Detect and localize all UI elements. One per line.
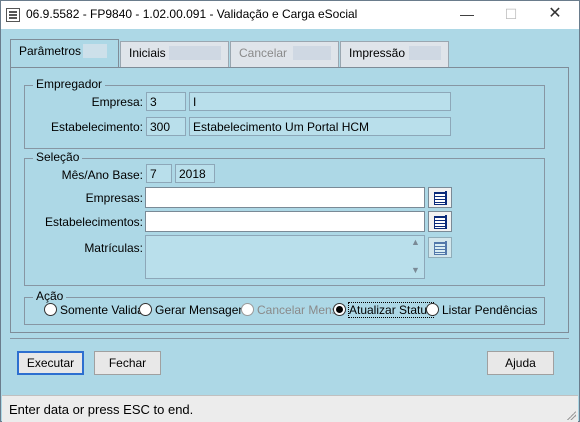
minimize-button[interactable]: — (445, 3, 489, 27)
empregador-group: Empregador Empresa: 3 I Estabelecimento:… (24, 77, 545, 149)
empresa-name-field: I (189, 92, 451, 111)
tab-label: Impressão (349, 46, 406, 60)
empresas-lookup-icon[interactable] (428, 187, 452, 208)
tab-label: Parâmetros (19, 44, 82, 58)
radio-circle (241, 303, 254, 316)
mes-ano-base-label: Mês/Ano Base: (61, 168, 143, 182)
tab-label: Cancelar (239, 46, 288, 60)
tab-impressao[interactable]: Impressão (340, 41, 449, 67)
ajuda-button[interactable]: Ajuda (487, 351, 554, 375)
estabelecimento-code-field: 300 (146, 117, 186, 136)
radio-circle (333, 303, 346, 316)
status-bar: Enter data or press ESC to end. (2, 395, 578, 422)
estabelecimentos-input[interactable] (145, 211, 425, 232)
fechar-button[interactable]: Fechar (94, 351, 161, 375)
executar-button[interactable]: Executar (17, 351, 84, 375)
radio-cancelar-mens[interactable]: Cancelar Mens. (241, 303, 341, 319)
close-button[interactable]: ✕ (533, 3, 577, 27)
tab-iniciais[interactable]: Iniciais (120, 41, 229, 67)
acao-title: Ação (33, 289, 67, 303)
matriculas-textarea[interactable] (145, 235, 425, 279)
tab-label: Iniciais (129, 46, 166, 60)
mes-field: 7 (146, 164, 172, 183)
radio-circle (426, 303, 439, 316)
selecao-title: Seleção (33, 150, 83, 164)
empresas-input[interactable] (145, 187, 425, 208)
app-icon (6, 8, 20, 22)
tab-cancelar[interactable]: Cancelar (230, 41, 339, 67)
empresas-label: Empresas: (85, 191, 143, 205)
radio-circle (139, 303, 152, 316)
radio-listar-pendencias[interactable]: Listar Pendências (426, 303, 537, 319)
dialog-client-area: Parâmetros Iniciais Cancelar Impressão E… (2, 29, 578, 394)
radio-gerar-mensagens[interactable]: Gerar Mensagens (139, 303, 251, 319)
radio-somente-validar[interactable]: Somente Validar (44, 303, 148, 319)
application-window: 06.9.5582 - FP9840 - 1.02.00.091 - Valid… (0, 0, 580, 422)
estabelecimentos-lookup-icon[interactable] (428, 211, 452, 232)
empresa-label: Empresa: (91, 95, 143, 109)
maximize-button[interactable]: ☐ (489, 3, 533, 27)
empregador-title: Empregador (33, 77, 106, 91)
estabelecimento-name-field: Estabelecimento Um Portal HCM (189, 117, 451, 136)
scroll-down-icon[interactable]: ▼ (411, 265, 541, 275)
status-text: Enter data or press ESC to end. (9, 402, 194, 417)
estabelecimentos-label: Estabelecimentos: (44, 215, 143, 229)
empresa-code-field: 3 (146, 92, 186, 111)
radio-circle (44, 303, 57, 316)
matriculas-lookup-icon[interactable] (428, 237, 452, 258)
parametros-panel: Empregador Empresa: 3 I Estabelecimento:… (10, 67, 569, 333)
matriculas-label: Matrículas: (84, 241, 143, 255)
resize-grip-icon[interactable] (566, 410, 576, 420)
title-bar[interactable]: 06.9.5582 - FP9840 - 1.02.00.091 - Valid… (1, 1, 579, 29)
tab-parametros[interactable]: Parâmetros (10, 39, 119, 68)
divider (10, 338, 569, 339)
radio-atualizar-status[interactable]: Atualizar Status (333, 302, 435, 319)
estabelecimento-label: Estabelecimento: (50, 120, 143, 134)
window-title: 06.9.5582 - FP9840 - 1.02.00.091 - Valid… (26, 7, 358, 21)
selecao-group: Seleção Mês/Ano Base: 7 2018 Empresas: E… (24, 150, 545, 286)
ano-field: 2018 (175, 164, 215, 183)
